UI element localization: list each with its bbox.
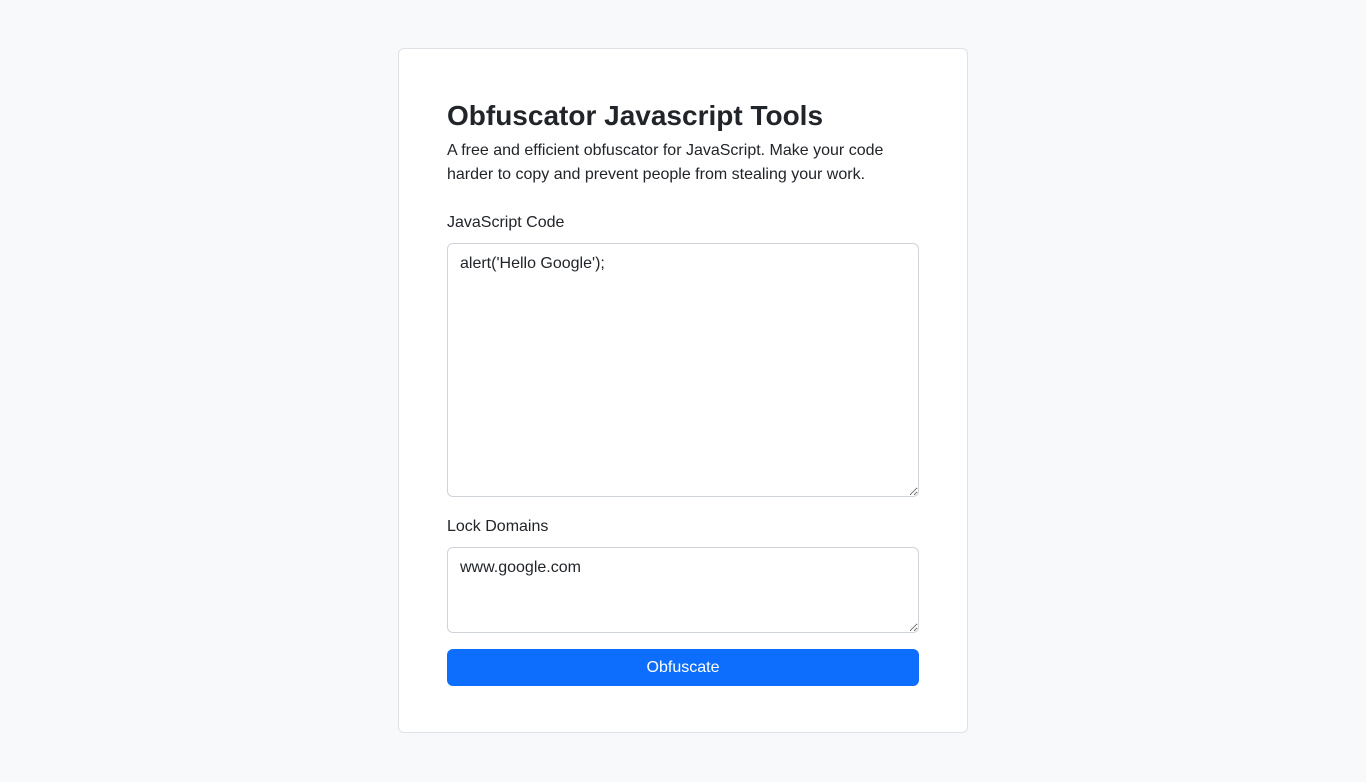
javascript-code-label: JavaScript Code	[447, 214, 565, 231]
obfuscate-button[interactable]: Obfuscate	[447, 649, 919, 686]
lock-domains-textarea[interactable]: www.google.com	[447, 547, 919, 633]
page-description: A free and efficient obfuscator for Java…	[447, 142, 884, 183]
lock-domains-label: Lock Domains	[447, 518, 549, 535]
page-title: Obfuscator Javascript Tools	[447, 100, 824, 131]
obfuscator-card: Obfuscator Javascript Tools A free and e…	[398, 48, 968, 733]
javascript-code-textarea[interactable]: alert('Hello Google');	[447, 243, 919, 497]
